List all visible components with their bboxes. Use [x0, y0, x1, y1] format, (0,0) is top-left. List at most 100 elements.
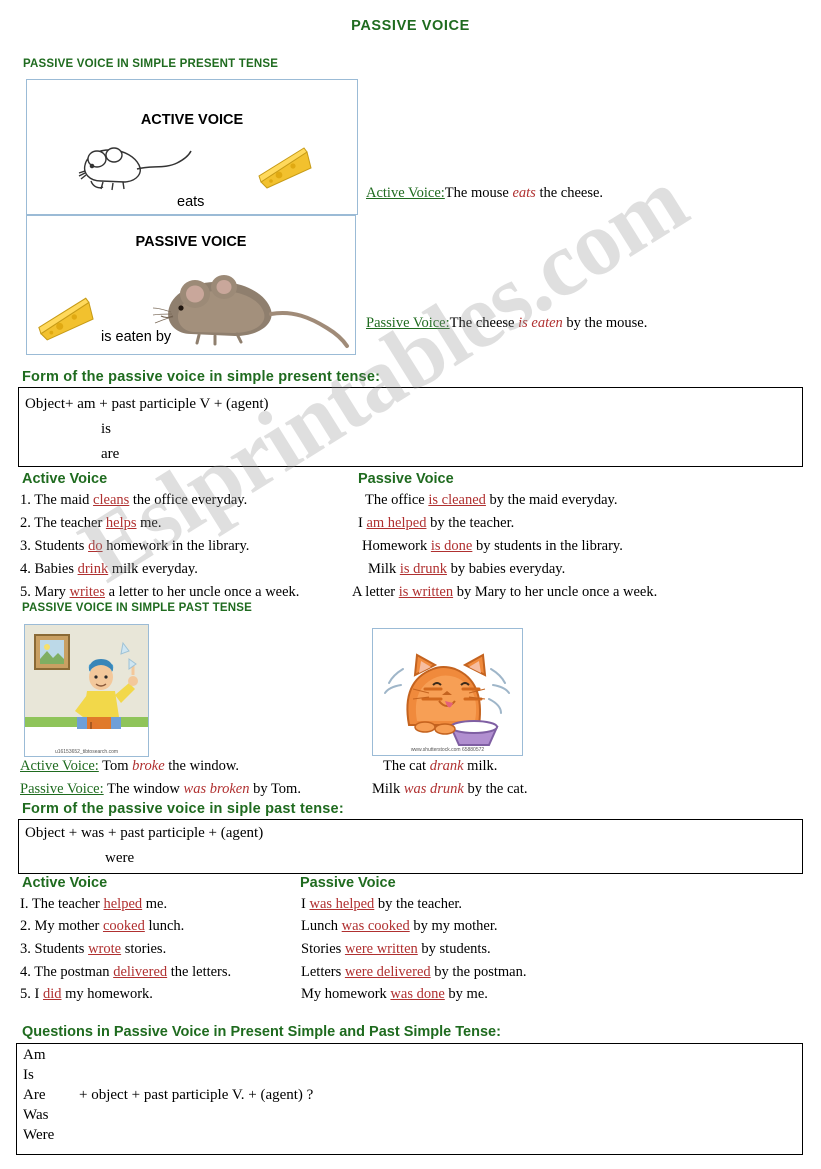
present-passive-row-1-pre: The office [365, 492, 429, 508]
form-box-present: Object+ am + past participle V + (agent)… [18, 387, 803, 467]
past-passive-row-1-post: by the teacher. [374, 896, 463, 912]
past-left-example-active-post: the window. [164, 758, 240, 774]
passive-voice-box-label: PASSIVE VOICE [135, 234, 247, 250]
form-line-present-3: are [101, 446, 120, 462]
active-voice-picture-box: ACTIVE VOICE eats [26, 79, 358, 215]
past-active-row-3-pre: Students [34, 941, 89, 957]
past-active-row-5-post: my homework. [61, 986, 153, 1002]
cat-drank-milk-image: www.shutterstock.com 65880572 [372, 628, 523, 756]
past-left-example-active-pre: Tom [98, 758, 133, 774]
boy-broke-window-image: u16153652_tibtosearch.com [24, 624, 149, 757]
present-active-row-5-verb: writes [69, 584, 105, 600]
past-right-example-passive-verb: was drunk [403, 781, 464, 797]
past-right-example-active-pre: The cat [383, 758, 430, 774]
boy-broke-window-illustration [25, 625, 148, 756]
past-active-row-2: 2. My mother cooked lunch. [20, 918, 184, 935]
past-passive-row-4-pre: Letters [301, 964, 345, 980]
present-active-column-heading: Active Voice [22, 471, 108, 487]
present-active-row-5-pre: Mary [34, 584, 70, 600]
right-image-caption: www.shutterstock.com 65880572 [410, 747, 485, 753]
present-active-row-2-verb: helps [105, 515, 137, 531]
present-active-row-4-post: milk everyday. [108, 561, 198, 577]
past-left-example-passive-post: by Tom. [249, 781, 301, 797]
present-active-row-1-pre: The maid [34, 492, 94, 508]
past-left-example-passive-pre: The window [103, 781, 184, 797]
past-left-example-passive-label: Passive Voice: [20, 781, 104, 797]
past-left-example-active-label: Active Voice: [20, 758, 99, 774]
cheese-wedge-icon-2 [38, 297, 94, 341]
present-active-row-2-num: 2. [20, 515, 31, 531]
past-passive-row-5: My homework was done by me. [301, 986, 488, 1003]
example-passive-present-label: Passive Voice: [366, 315, 450, 331]
past-active-row-1-verb: helped [103, 896, 143, 912]
present-passive-row-5-verb: is written [398, 584, 454, 600]
active-voice-verb-label: eats [177, 194, 205, 210]
past-active-row-2-num: 2. [20, 918, 31, 934]
past-left-example-passive-verb: was broken [183, 781, 250, 797]
present-passive-row-1-verb: is cleaned [428, 492, 486, 508]
active-voice-box-label: ACTIVE VOICE [140, 112, 244, 128]
present-passive-row-3-verb: is done [430, 538, 473, 554]
question-line-are: Are [23, 1087, 46, 1103]
present-passive-row-5-pre: A letter [352, 584, 399, 600]
left-image-caption: u16153652_tibtosearch.com [54, 749, 119, 755]
past-passive-row-2-verb: was cooked [341, 918, 410, 934]
past-active-row-4-verb: delivered [113, 964, 168, 980]
past-passive-row-2-pre: Lunch [301, 918, 342, 934]
past-active-row-5-verb: did [42, 986, 62, 1002]
form-box-past: Object + was + past participle + (agent)… [18, 819, 803, 874]
past-passive-row-3-pre: Stories [301, 941, 345, 957]
past-passive-row-2: Lunch was cooked by my mother. [301, 918, 498, 935]
present-passive-row-3: Homework is done by students in the libr… [362, 538, 623, 555]
past-passive-row-1-verb: was helped [309, 896, 375, 912]
past-passive-row-3-post: by students. [417, 941, 491, 957]
past-active-column-heading: Active Voice [22, 875, 108, 891]
present-passive-row-4: Milk is drunk by babies everyday. [368, 561, 565, 578]
form-line-present-2: is [101, 421, 112, 437]
past-active-row-1: I. The teacher helped me. [20, 896, 167, 913]
present-active-row-5-num: 5. [20, 584, 31, 600]
past-passive-row-5-verb: was done [390, 986, 445, 1002]
present-active-row-5: 5. Mary writes a letter to her uncle onc… [20, 584, 299, 601]
present-active-row-4: 4. Babies drink milk everyday. [20, 561, 198, 578]
past-active-row-2-post: lunch. [144, 918, 185, 934]
past-active-row-1-post: me. [142, 896, 168, 912]
past-right-example-active-verb: drank [429, 758, 464, 774]
cheese-wedge-icon [258, 147, 312, 189]
question-line-were: Were [23, 1127, 55, 1143]
past-active-row-1-pre: The teacher [31, 896, 104, 912]
past-passive-row-1: I was helped by the teacher. [301, 896, 462, 913]
present-passive-column-heading: Passive Voice [358, 471, 454, 487]
past-active-row-2-verb: cooked [102, 918, 145, 934]
present-active-row-4-verb: drink [77, 561, 109, 577]
present-active-row-1-num: 1. [20, 492, 31, 508]
present-passive-row-1-post: by the maid everyday. [485, 492, 618, 508]
past-passive-row-4-verb: were delivered [344, 964, 431, 980]
section-heading-present: PASSIVE VOICE IN SIMPLE PRESENT TENSE [23, 58, 279, 70]
past-active-row-3-num: 3. [20, 941, 31, 957]
present-active-row-2-pre: The teacher [34, 515, 106, 531]
question-line-was: Was [23, 1107, 49, 1123]
present-passive-row-4-post: by babies everyday. [446, 561, 566, 577]
past-right-example-active: The cat drank milk. [383, 758, 497, 775]
past-left-example-active-verb: broke [132, 758, 165, 774]
example-passive-present-verb: is eaten [518, 315, 563, 331]
past-active-row-1-num: I. [20, 896, 29, 912]
present-active-row-1-verb: cleans [93, 492, 130, 508]
past-right-example-active-post: milk. [463, 758, 498, 774]
past-passive-row-5-pre: My homework [301, 986, 391, 1002]
present-active-row-3-num: 3. [20, 538, 31, 554]
past-left-example-passive: Passive Voice: The window was broken by … [20, 781, 301, 798]
past-active-row-4: 4. The postman delivered the letters. [20, 964, 231, 981]
past-active-row-4-post: the letters. [167, 964, 232, 980]
present-active-row-4-pre: Babies [34, 561, 78, 577]
question-line-is: Is [23, 1067, 34, 1083]
past-active-row-4-num: 4. [20, 964, 31, 980]
past-active-row-5-pre: I [34, 986, 43, 1002]
past-left-example-active: Active Voice: Tom broke the window. [20, 758, 239, 775]
past-active-row-3-verb: wrote [88, 941, 122, 957]
present-active-row-5-post: a letter to her uncle once a week. [104, 584, 300, 600]
present-active-row-3: 3. Students do homework in the library. [20, 538, 249, 555]
present-active-row-1-post: the office everyday. [129, 492, 248, 508]
form-heading-past: Form of the passive voice in siple past … [22, 801, 344, 817]
